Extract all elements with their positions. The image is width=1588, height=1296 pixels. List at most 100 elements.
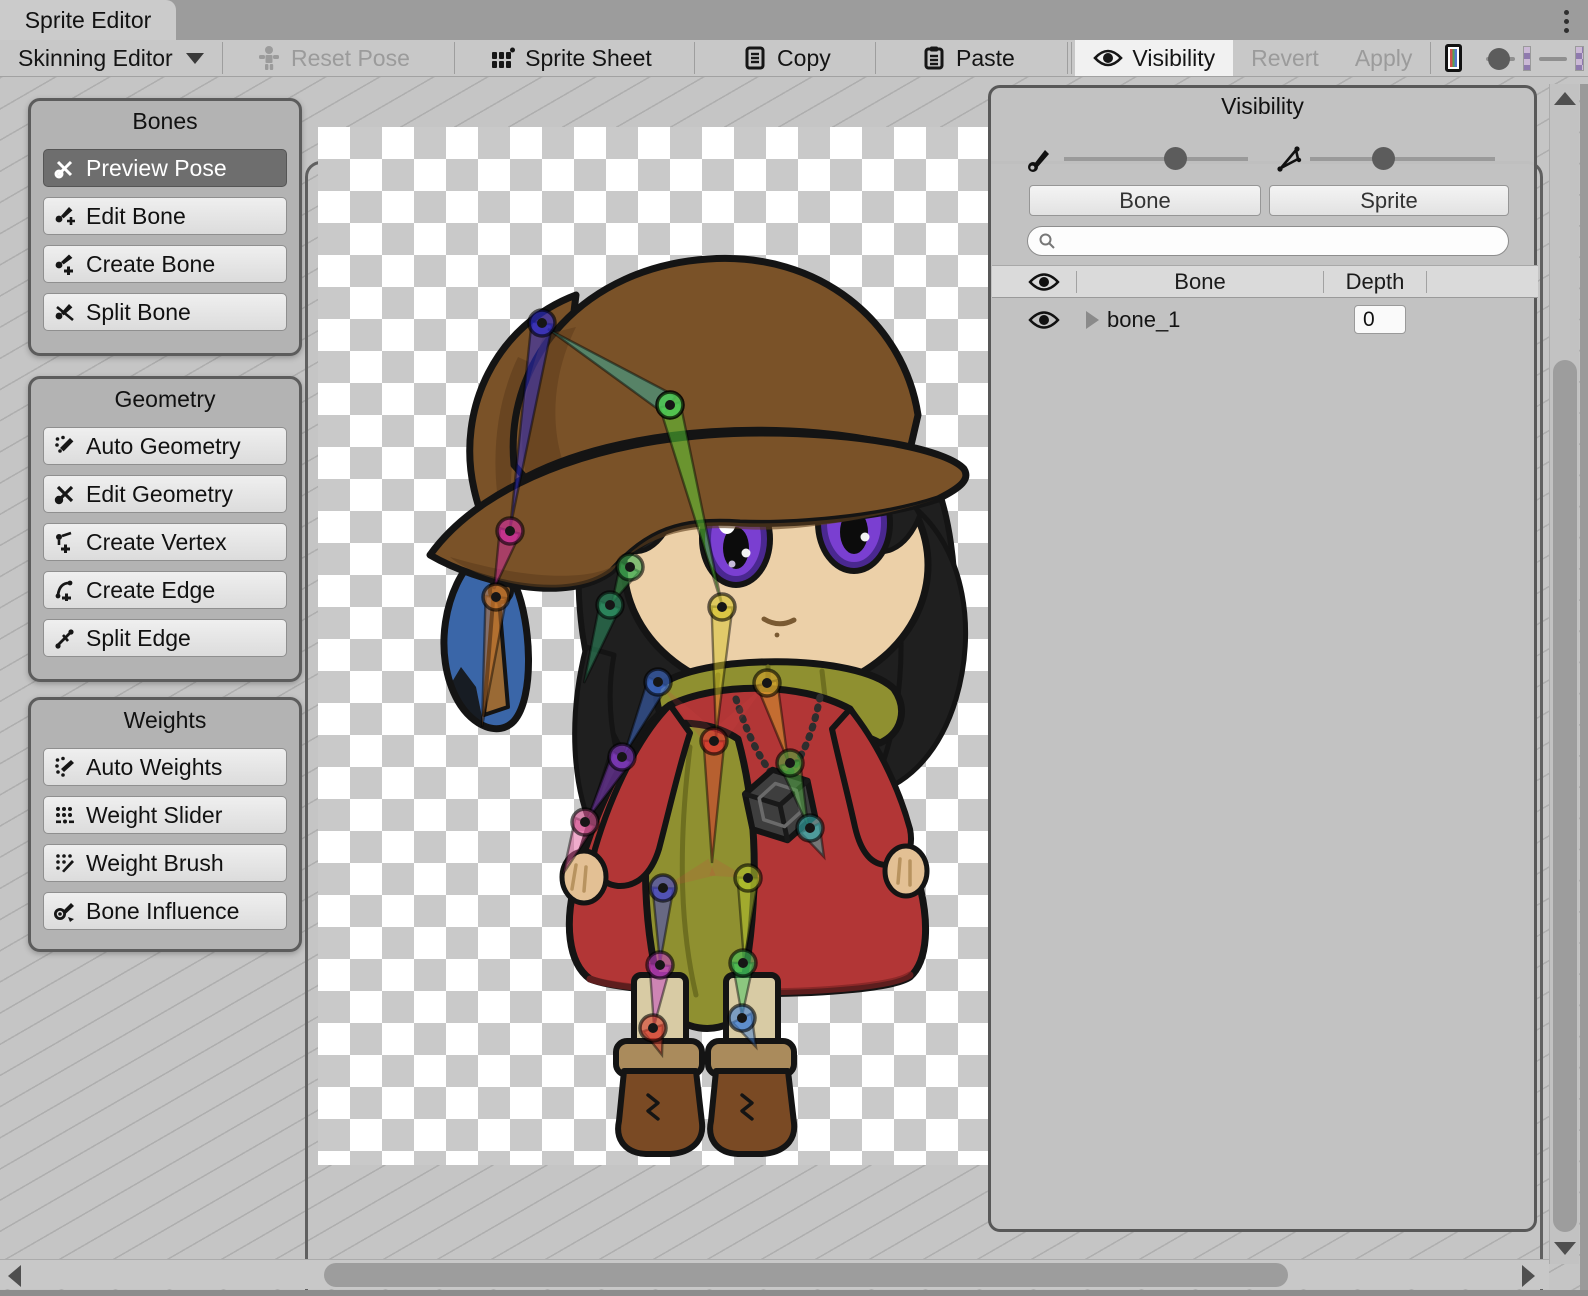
mode-dropdown-label: Skinning Editor [18,45,173,72]
visibility-toggle-button[interactable]: Visibility [1075,40,1233,76]
scroll-left-arrow[interactable] [8,1265,21,1287]
sprite-editor-window: Sprite Editor Skinning Editor Reset Pose… [0,0,1588,1296]
mode-dropdown[interactable]: Skinning Editor [0,40,222,76]
create-bone-button[interactable]: Create Bone [43,245,287,283]
preview-pose-icon [54,157,76,179]
auto-weights-button[interactable]: Auto Weights [43,748,287,786]
weights-panel-title: Weights [31,700,299,738]
apply-button[interactable]: Apply [1337,40,1431,76]
visibility-sliders [991,140,1534,176]
mannequin-icon [256,45,282,71]
sprite-sheet-button[interactable]: Sprite Sheet [472,40,670,76]
window-bottom-edge [0,1290,1588,1296]
column-header-bone[interactable]: Bone [1077,269,1323,295]
bone-name[interactable]: bone_1 [1107,307,1180,333]
horizontal-scroll-thumb[interactable] [324,1263,1288,1287]
paste-icon [921,45,947,71]
preview-pose-button[interactable]: Preview Pose [43,149,287,187]
create-vertex-icon [54,531,76,553]
slider-knob[interactable] [1488,48,1510,70]
edit-bone-button[interactable]: Edit Bone [43,197,287,235]
bone-influence-icon [54,900,76,922]
reset-pose-label: Reset Pose [291,45,410,72]
vertical-scroll-thumb[interactable] [1553,360,1577,1232]
reset-pose-button[interactable]: Reset Pose [238,40,428,76]
window-menu-icon[interactable] [1554,4,1578,38]
paste-label: Paste [956,45,1015,72]
character-sprite [318,127,988,1165]
edit-geometry-button[interactable]: Edit Geometry [43,475,287,513]
color-channels-button[interactable] [1445,44,1462,72]
eye-icon [1028,272,1060,292]
sprite-sheet-icon [490,45,516,71]
weights-panel: Weights Auto Weights Weight Slider Weigh… [28,697,302,952]
slider-knob[interactable] [1164,147,1187,170]
split-bone-button[interactable]: Split Bone [43,293,287,331]
foldout-triangle-icon[interactable] [1086,311,1099,329]
bone-eye-toggle[interactable] [1028,310,1060,330]
auto-weights-icon [54,756,76,778]
visibility-panel: Visibility Bone [988,85,1537,1232]
edit-geometry-icon [54,483,76,505]
horizontal-scrollbar[interactable] [0,1259,1549,1289]
chevron-down-icon [186,53,204,64]
sprite-opacity-icon [1273,143,1305,175]
window-tab-sprite-editor[interactable]: Sprite Editor [0,0,176,40]
create-bone-icon [54,253,76,275]
split-edge-icon [54,627,76,649]
copy-icon [742,45,768,71]
apply-label: Apply [1355,45,1413,72]
toolbar: Skinning Editor Reset Pose Sprite Sheet … [0,40,1588,77]
tab-bone[interactable]: Bone [1029,185,1261,216]
bones-panel-title: Bones [31,101,299,139]
visibility-all-eye-toggle[interactable] [1028,272,1060,292]
copy-label: Copy [777,45,831,72]
split-edge-button[interactable]: Split Edge [43,619,287,657]
weight-brush-button[interactable]: Weight Brush [43,844,287,882]
bone-influence-button[interactable]: Bone Influence [43,892,287,930]
opacity-slider-overlay[interactable] [1539,40,1567,77]
search-input[interactable] [1062,228,1498,254]
auto-geometry-button[interactable]: Auto Geometry [43,427,287,465]
bone-row[interactable]: bone_1 [992,300,1538,340]
bone-opacity-icon [1025,144,1055,174]
eye-icon [1093,48,1123,68]
alpha-checker-icon [1523,46,1532,71]
scroll-down-arrow[interactable] [1554,1242,1576,1255]
geometry-panel-title: Geometry [31,379,299,417]
bone-table-header: Bone Depth [992,265,1538,298]
paste-button[interactable]: Paste [903,40,1033,76]
visibility-label: Visibility [1132,45,1215,72]
column-header-depth[interactable]: Depth [1324,269,1426,295]
sprite-sheet-label: Sprite Sheet [525,45,652,72]
opacity-slider-sprite[interactable] [1486,40,1515,77]
eye-icon [1028,310,1060,330]
weight-slider-button[interactable]: Weight Slider [43,796,287,834]
search-icon [1038,232,1056,250]
alpha-checker-icon [1575,46,1584,71]
auto-geometry-icon [54,435,76,457]
revert-button[interactable]: Revert [1233,40,1337,76]
scroll-right-arrow[interactable] [1522,1265,1535,1287]
visibility-panel-title: Visibility [991,88,1534,120]
slider-knob[interactable] [1372,147,1395,170]
weight-slider-icon [54,804,76,826]
bone-opacity-slider[interactable] [1064,140,1248,176]
create-vertex-button[interactable]: Create Vertex [43,523,287,561]
window-tab-label: Sprite Editor [25,7,152,34]
geometry-panel: Geometry Auto Geometry Edit Geometry Cre… [28,376,302,682]
create-edge-button[interactable]: Create Edge [43,571,287,609]
scroll-up-arrow[interactable] [1554,92,1576,105]
rgb-stripes-icon [1450,49,1457,67]
vertical-scrollbar[interactable] [1549,84,1579,1264]
copy-button[interactable]: Copy [724,40,849,76]
tab-sprite[interactable]: Sprite [1269,185,1509,216]
edit-bone-icon [54,205,76,227]
bone-depth-input[interactable] [1354,305,1406,334]
window-right-edge [1580,84,1588,1290]
sprite-canvas[interactable] [318,127,988,1165]
sprite-opacity-slider[interactable] [1310,140,1495,176]
weight-brush-icon [54,852,76,874]
split-bone-icon [54,301,76,323]
create-edge-icon [54,579,76,601]
